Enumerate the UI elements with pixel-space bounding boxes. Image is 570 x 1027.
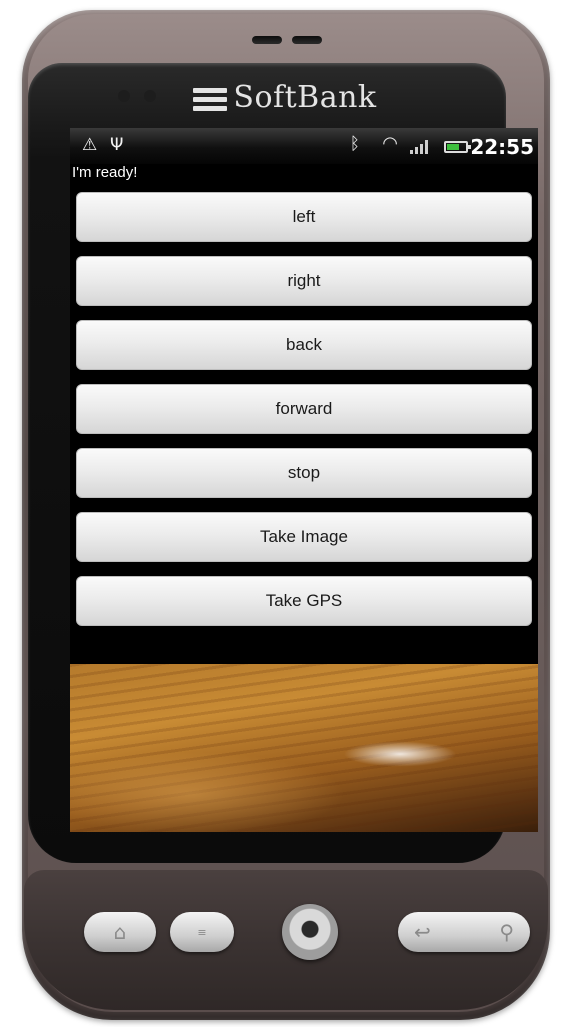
warning-icon: ⚠ (82, 135, 98, 155)
status-bar: ⚠ Ψ ᛒ ◠ 22:55 (70, 128, 538, 164)
take-gps-button[interactable]: Take GPS (76, 576, 532, 626)
speaker-right (292, 36, 322, 44)
brand-mark-icon (193, 84, 228, 115)
battery-icon (444, 141, 471, 153)
brand-name: SoftBank (233, 80, 377, 115)
back-search-key[interactable]: ↩ ⚲ (398, 912, 530, 952)
search-icon: ⚲ (499, 920, 514, 944)
speaker-left (252, 36, 282, 44)
home-icon: ⌂ (113, 920, 127, 944)
signal-icon (410, 140, 428, 154)
home-key[interactable]: ⌂ (84, 912, 156, 952)
screen: ⚠ Ψ ᛒ ◠ 22:55 I'm ready! left right back… (70, 128, 538, 832)
forward-button[interactable]: forward (76, 384, 532, 434)
back-icon: ↩ (414, 920, 431, 944)
bluetooth-icon: ᛒ (349, 134, 360, 154)
back-button[interactable]: back (76, 320, 532, 370)
brand-logo: SoftBank (0, 80, 570, 115)
right-button[interactable]: right (76, 256, 532, 306)
app-status-text: I'm ready! (72, 164, 138, 181)
trackball[interactable] (282, 904, 338, 960)
wifi-icon: ◠ (382, 133, 398, 154)
app-content: I'm ready! left right back forward stop … (70, 164, 538, 832)
left-button[interactable]: left (76, 192, 532, 242)
stop-button[interactable]: stop (76, 448, 532, 498)
menu-icon: ≡ (197, 925, 207, 939)
camera-preview (70, 664, 538, 832)
status-time: 22:55 (470, 135, 534, 159)
usb-icon: Ψ (110, 135, 124, 155)
menu-key[interactable]: ≡ (170, 912, 234, 952)
take-image-button[interactable]: Take Image (76, 512, 532, 562)
